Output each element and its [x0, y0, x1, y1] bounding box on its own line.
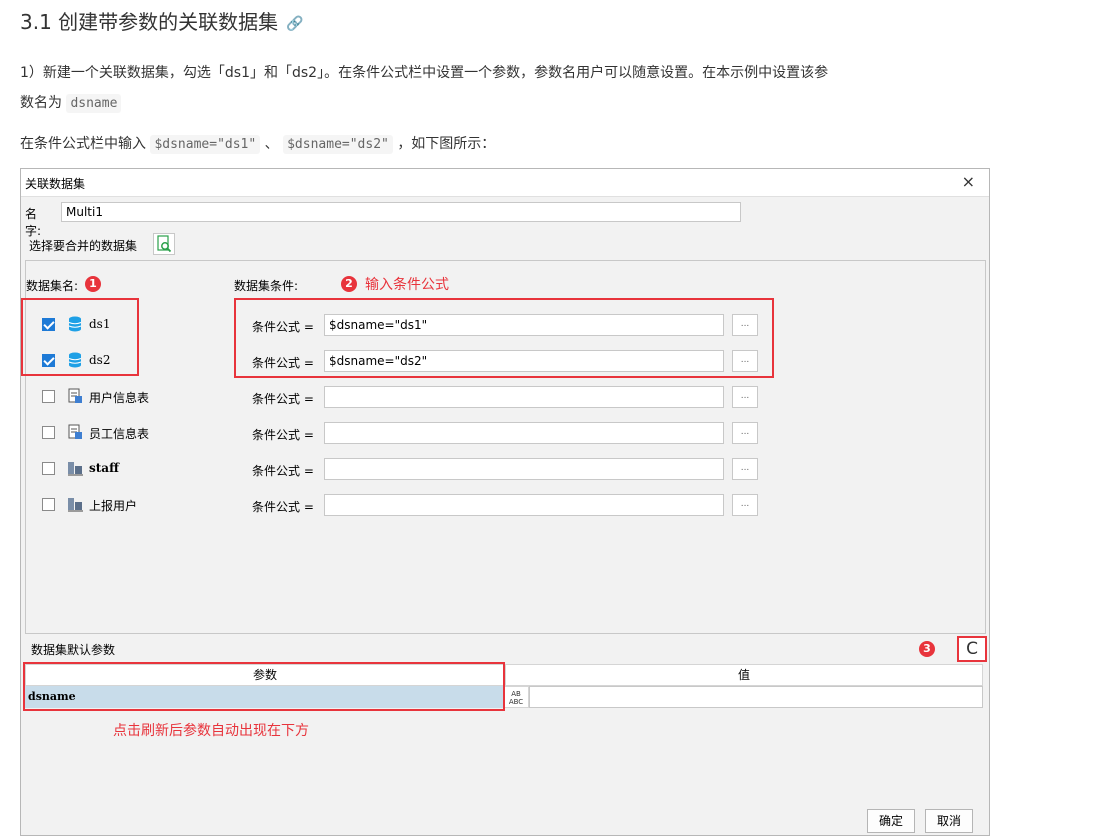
ok-button[interactable]: 确定 [867, 809, 915, 833]
condition-row-6: 条件公式 = ... [252, 493, 762, 517]
dataset-name: 上报用户 [89, 499, 138, 513]
formula-editor-button[interactable]: ... [732, 494, 758, 516]
value-type-icon[interactable]: AB ABC [503, 686, 529, 708]
dataset-name: 员工信息表 [89, 427, 150, 441]
step-badge-1: 1 [85, 276, 101, 292]
dialog-title: 关联数据集 [25, 177, 86, 191]
condition-row-5: 条件公式 = ... [252, 457, 762, 481]
formula-editor-button[interactable]: ... [732, 422, 758, 444]
step-2-instruction: 输入条件公式 [365, 277, 449, 293]
refresh-icon: C [966, 639, 978, 659]
dataset-name: staff [89, 461, 119, 475]
table-file-icon [68, 388, 82, 403]
value-column-header: 值 [505, 664, 983, 686]
dataset-name-header: 数据集名: [26, 279, 79, 293]
step-badge-3: 3 [919, 641, 935, 657]
close-icon[interactable]: × [962, 172, 975, 191]
dataset-selection-highlight [21, 298, 139, 376]
condition-input[interactable] [324, 386, 724, 408]
inline-code-ds1: $dsname="ds1" [150, 135, 261, 154]
anchor-link-icon[interactable]: 🔗 [286, 16, 303, 32]
dataset-checkbox[interactable] [42, 498, 55, 511]
dialog-titlebar: 关联数据集 × [21, 169, 989, 197]
condition-input[interactable] [324, 494, 724, 516]
formula-editor-button[interactable]: ... [732, 458, 758, 480]
step-badge-2: 2 [341, 276, 357, 292]
name-input[interactable]: Multi1 [61, 202, 741, 222]
condition-label: 条件公式 = [252, 464, 314, 478]
condition-label: 条件公式 = [252, 428, 314, 442]
dataset-name: 用户信息表 [89, 391, 150, 405]
refresh-explanation: 点击刷新后参数自动出现在下方 [113, 723, 309, 739]
cancel-button[interactable]: 取消 [925, 809, 973, 833]
dataset-row-employee-info: 员工信息表 [42, 421, 202, 445]
paragraph-2: 在条件公式栏中输入 $dsname="ds1" 、 $dsname="ds2" … [20, 129, 495, 160]
formula-editor-button[interactable]: ... [732, 386, 758, 408]
condition-row-3: 条件公式 = ... [252, 385, 762, 409]
condition-input[interactable] [324, 458, 724, 480]
server-dataset-icon [68, 462, 83, 476]
dataset-row-user-info: 用户信息表 [42, 385, 202, 409]
paragraph-2-prefix: 在条件公式栏中输入 [20, 136, 146, 152]
type-icon-text: AB ABC [508, 690, 524, 706]
server-dataset-icon [68, 498, 83, 512]
dataset-row-staff: staff [42, 457, 202, 481]
dataset-row-reported-users: 上报用户 [42, 493, 202, 517]
paragraph-2-suffix: ，如下图所示： [397, 136, 496, 152]
paragraph-1-line-1: 1）新建一个关联数据集，勾选「ds1」和「ds2」。在条件公式栏中设置一个参数，… [20, 65, 829, 81]
inline-code-dsname: dsname [66, 94, 122, 113]
choose-dataset-button[interactable] [153, 233, 175, 255]
choose-dataset-label: 选择要合并的数据集 [29, 239, 138, 253]
condition-row-4: 条件公式 = ... [252, 421, 762, 445]
name-label: 名字: [25, 207, 42, 238]
dataset-checkbox[interactable] [42, 462, 55, 475]
paragraph-2-separator: 、 [264, 136, 279, 152]
param-table-highlight [23, 662, 505, 711]
refresh-button[interactable]: C [957, 636, 987, 662]
paragraph-1-line-2: 数名为 dsname [20, 88, 122, 119]
section-heading: 3.1 创建带参数的关联数据集 🔗 [20, 6, 304, 35]
associated-dataset-dialog: 关联数据集 × 名字: Multi1 选择要合并的数据集 数据集名: 数据集条件… [20, 168, 990, 836]
condition-label: 条件公式 = [252, 500, 314, 514]
table-file-icon [68, 424, 82, 439]
default-params-label: 数据集默认参数 [31, 643, 116, 657]
condition-label: 条件公式 = [252, 392, 314, 406]
condition-input[interactable] [324, 422, 724, 444]
paragraph-1-prefix: 数名为 [20, 95, 62, 111]
param-value-input[interactable] [529, 686, 983, 708]
dataset-checkbox[interactable] [42, 426, 55, 439]
document-search-icon [157, 235, 172, 253]
condition-formula-highlight [234, 298, 774, 378]
inline-code-ds2: $dsname="ds2" [283, 135, 393, 154]
dataset-condition-header: 数据集条件: [234, 279, 299, 293]
section-heading-text: 3.1 创建带参数的关联数据集 [20, 10, 279, 34]
dataset-checkbox[interactable] [42, 390, 55, 403]
